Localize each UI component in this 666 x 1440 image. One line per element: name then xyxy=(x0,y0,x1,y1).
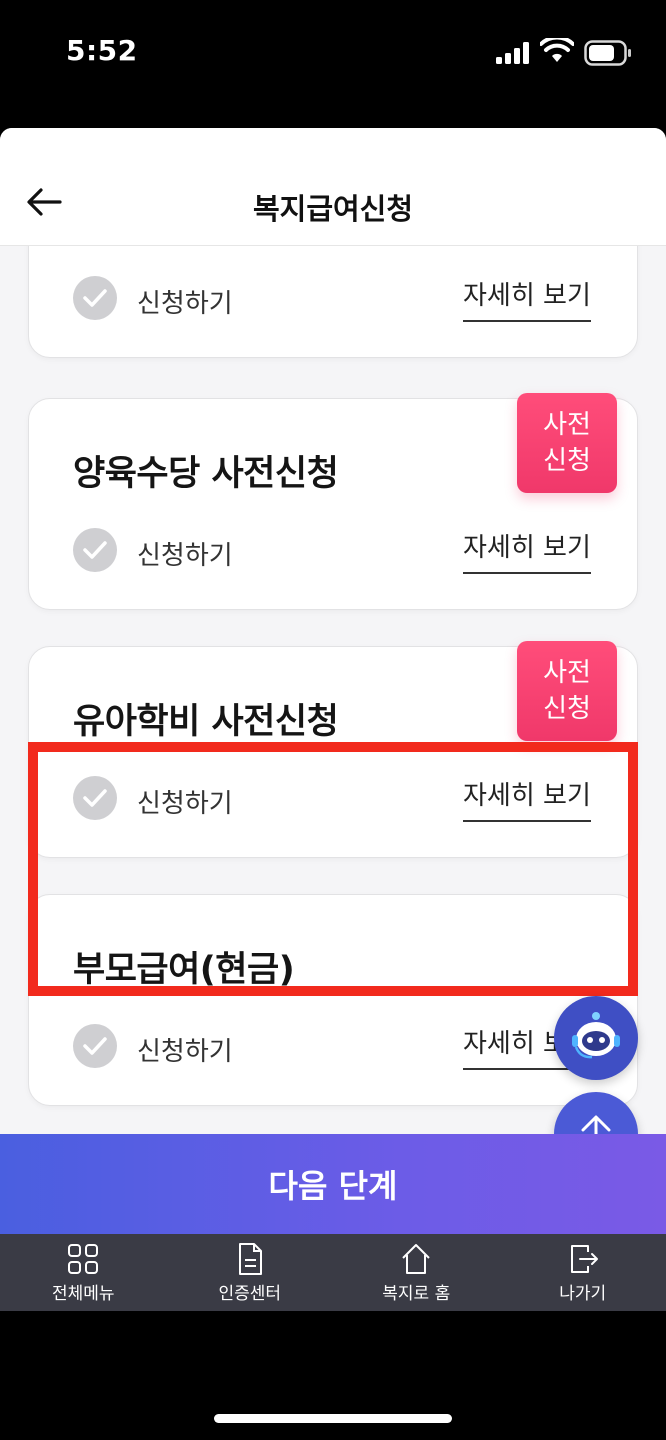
check-icon[interactable] xyxy=(73,528,117,572)
benefit-card: 유아학비 사전신청 신청하기 자세히 보기 사전 신청 xyxy=(28,641,638,858)
card-title: 유아학비 사전신청 xyxy=(73,702,339,742)
status-time: 5:52 xyxy=(66,34,138,67)
benefit-card: 양육수당 사전신청 신청하기 자세히 보기 사전 신청 xyxy=(28,393,638,610)
app-sheet: 복지급여신청 신청하기 자세히 보기 양육수당 사전신청 신청하기 자세히 보기 xyxy=(0,128,666,1311)
apply-label: 신청하기 xyxy=(137,541,233,571)
nav-label: 복지로 홈 xyxy=(382,1283,451,1304)
wifi-icon xyxy=(540,38,574,62)
badge-line: 사전 xyxy=(543,410,591,440)
nav-item-auth-center[interactable]: 인증센터 xyxy=(167,1234,334,1311)
pre-apply-badge: 사전 신청 xyxy=(517,641,617,741)
home-indicator xyxy=(214,1414,452,1423)
benefit-list: 신청하기 자세히 보기 양육수당 사전신청 신청하기 자세히 보기 사전 신청 … xyxy=(0,246,666,1134)
grid-icon xyxy=(68,1243,99,1274)
chatbot-icon xyxy=(572,1012,620,1059)
nav-item-exit[interactable]: 나가기 xyxy=(500,1234,666,1311)
header: 복지급여신청 xyxy=(0,128,666,246)
nav-label: 인증센터 xyxy=(218,1283,282,1304)
nav-item-home[interactable]: 복지로 홈 xyxy=(333,1234,500,1311)
nav-item-all-menu[interactable]: 전체메뉴 xyxy=(0,1234,167,1311)
screen: 5:52 복지급여신청 신청하기 자세히 보기 양육수당 사전신청 신청하기 자… xyxy=(0,0,666,1440)
check-icon[interactable] xyxy=(73,1024,117,1068)
card-title: 부모급여(현금) xyxy=(73,950,295,990)
arrow-up-icon xyxy=(581,1115,611,1134)
badge-line: 사전 xyxy=(543,658,591,688)
apply-label: 신청하기 xyxy=(137,1037,233,1067)
cellular-signal-icon xyxy=(496,42,529,64)
status-bar: 5:52 xyxy=(0,0,666,110)
home-icon xyxy=(402,1243,430,1274)
nav-label: 전체메뉴 xyxy=(51,1283,115,1304)
page-title: 복지급여신청 xyxy=(252,192,414,226)
bottom-nav: 전체메뉴 인증센터 복지로 홈 나가기 xyxy=(0,1234,666,1311)
apply-label: 신청하기 xyxy=(137,789,233,819)
document-icon xyxy=(238,1242,262,1275)
benefit-card: 신청하기 자세히 보기 xyxy=(28,246,638,358)
detail-link[interactable]: 자세히 보기 xyxy=(463,275,591,322)
chatbot-button[interactable] xyxy=(554,996,638,1080)
detail-link[interactable]: 자세히 보기 xyxy=(463,527,591,574)
nav-label: 나가기 xyxy=(559,1283,607,1304)
badge-line: 신청 xyxy=(543,694,591,724)
check-icon[interactable] xyxy=(73,776,117,820)
check-icon[interactable] xyxy=(73,276,117,320)
badge-line: 신청 xyxy=(543,446,591,476)
benefit-card: 부모급여(현금) 신청하기 자세히 보기 xyxy=(28,894,638,1106)
exit-icon xyxy=(570,1244,598,1273)
pre-apply-badge: 사전 신청 xyxy=(517,393,617,493)
next-step-button[interactable]: 다음 단계 xyxy=(0,1134,666,1234)
detail-link[interactable]: 자세히 보기 xyxy=(463,775,591,822)
apply-label: 신청하기 xyxy=(137,289,233,319)
card-title: 양육수당 사전신청 xyxy=(73,454,339,494)
battery-icon xyxy=(584,40,631,66)
